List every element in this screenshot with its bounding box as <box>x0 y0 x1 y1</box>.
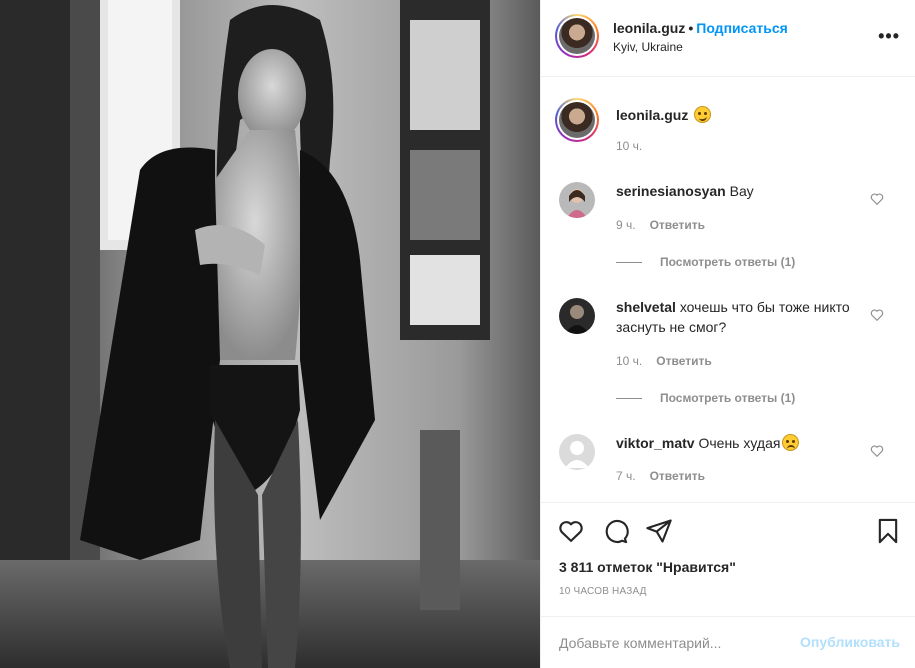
author-username[interactable]: leonila.guz <box>613 20 685 36</box>
smirking-face-icon <box>694 106 712 123</box>
instagram-post: leonila.guz • Подписаться Kyiv, Ukraine ••… <box>0 0 915 668</box>
post-side-panel: leonila.guz • Подписаться Kyiv, Ukraine ••… <box>540 0 915 668</box>
comment-body: Очень худая <box>698 435 781 451</box>
comment-username[interactable]: viktor_matv <box>616 435 695 451</box>
comment-like-heart-icon[interactable] <box>870 444 884 458</box>
post-photo[interactable] <box>0 0 540 668</box>
caption-username[interactable]: leonila.guz <box>616 107 688 123</box>
more-horizontal-icon[interactable]: ••• <box>878 26 900 47</box>
comment-username[interactable]: serinesianosyan <box>616 183 726 199</box>
commenter-avatar[interactable] <box>559 434 595 470</box>
bookmark-icon[interactable] <box>874 517 902 545</box>
comment-username[interactable]: shelvetal <box>616 299 676 315</box>
header-separator: • <box>688 20 694 36</box>
publish-button[interactable]: Опубликовать <box>800 634 900 650</box>
comment-text: viktor_matv Очень худая <box>616 433 856 453</box>
post-timestamp[interactable]: 10 ЧАСОВ НАЗАД <box>559 586 647 597</box>
caption-time[interactable]: 10 ч. <box>616 139 642 153</box>
comment-meta: 9 ч. Ответить <box>616 218 705 232</box>
comment-input[interactable] <box>559 631 779 655</box>
commenter-avatar[interactable] <box>559 298 595 334</box>
view-replies-button[interactable]: Посмотреть ответы (1) <box>616 255 795 269</box>
comments-list[interactable]: leonila.guz 10 ч. serinesianosyan Вау 9 … <box>541 78 915 502</box>
commenter-avatar[interactable] <box>559 182 595 218</box>
location-link[interactable]: Kyiv, Ukraine <box>613 40 683 54</box>
comment-meta: 7 ч. Ответить <box>616 469 705 483</box>
header-user-line: leonila.guz • Подписаться <box>613 20 788 36</box>
caption-text: leonila.guz <box>616 106 712 123</box>
heart-icon[interactable] <box>557 517 585 545</box>
comment-like-heart-icon[interactable] <box>870 192 884 206</box>
frowning-face-icon <box>782 434 800 451</box>
caption-avatar[interactable] <box>555 98 599 142</box>
reply-button[interactable]: Ответить <box>656 354 711 368</box>
comment-icon[interactable] <box>601 517 629 545</box>
share-icon[interactable] <box>645 517 673 545</box>
comment-time[interactable]: 10 ч. <box>616 354 642 368</box>
author-avatar[interactable] <box>555 14 599 58</box>
comment-meta: 10 ч. Ответить <box>616 354 712 368</box>
reply-button[interactable]: Ответить <box>650 469 705 483</box>
view-replies-button[interactable]: Посмотреть ответы (1) <box>616 391 795 405</box>
comment-time[interactable]: 7 ч. <box>616 469 636 483</box>
post-header: leonila.guz • Подписаться Kyiv, Ukraine ••… <box>541 0 915 77</box>
likes-count[interactable]: 3 811 отметок "Нравится" <box>559 559 736 575</box>
post-photo-image <box>0 0 540 668</box>
reply-button[interactable]: Ответить <box>650 218 705 232</box>
view-replies-label: Посмотреть ответы (1) <box>660 391 796 405</box>
post-actions: 3 811 отметок "Нравится" 10 ЧАСОВ НАЗАД <box>541 502 915 616</box>
comment-text: shelvetal хочешь что бы тоже никто засну… <box>616 297 856 337</box>
comment-text: serinesianosyan Вау <box>616 181 856 201</box>
replies-divider <box>616 398 642 400</box>
comment-body: Вау <box>729 183 754 199</box>
replies-divider <box>616 262 642 264</box>
comment-like-heart-icon[interactable] <box>870 308 884 322</box>
comment-time[interactable]: 9 ч. <box>616 218 636 232</box>
view-replies-label: Посмотреть ответы (1) <box>660 255 796 269</box>
follow-button[interactable]: Подписаться <box>696 20 788 36</box>
add-comment-bar: Опубликовать <box>541 616 915 668</box>
